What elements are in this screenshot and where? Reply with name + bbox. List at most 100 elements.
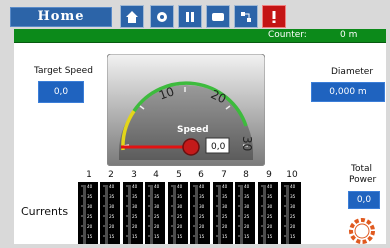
meter-scale-label: 15 bbox=[244, 234, 250, 239]
current-meter-4: 40353025201510 bbox=[145, 182, 165, 248]
channel-number-4: 4 bbox=[153, 170, 159, 180]
alarm-icon bbox=[272, 10, 276, 23]
network-nav-button[interactable] bbox=[234, 5, 258, 28]
channel-number-2: 2 bbox=[108, 170, 114, 180]
diameter-value: 0,000 m bbox=[311, 82, 385, 102]
meter-scale-label: 40 bbox=[177, 184, 183, 189]
meter-scale-label: 25 bbox=[244, 214, 250, 219]
current-meter-8: 40353025201510 bbox=[235, 182, 255, 248]
channel-number-6: 6 bbox=[198, 170, 204, 180]
meter-scale-label: 35 bbox=[87, 194, 93, 199]
top-toolbar: Home bbox=[0, 0, 390, 28]
meter-scale-label: 40 bbox=[109, 184, 115, 189]
current-meter-9: 40353025201510 bbox=[258, 182, 278, 248]
meter-scale-label: 30 bbox=[87, 204, 93, 209]
speed-gauge: 10 20 30 Speed 0,0 bbox=[106, 53, 266, 167]
total-power-label-line2: Power bbox=[349, 175, 377, 185]
display-icon bbox=[212, 12, 224, 21]
current-meter-7: 40353025201510 bbox=[213, 182, 233, 248]
meter-scale-label: 40 bbox=[132, 184, 138, 189]
meter-scale-label: 20 bbox=[177, 224, 183, 229]
total-power-value: 0,0 bbox=[348, 191, 380, 209]
meter-scale-label: 30 bbox=[199, 204, 205, 209]
gauge-label: Speed bbox=[177, 125, 209, 135]
meter-scale-label: 25 bbox=[87, 214, 93, 219]
meter-scale-label: 30 bbox=[132, 204, 138, 209]
channel-number-7: 7 bbox=[221, 170, 227, 180]
settings-nav-button[interactable] bbox=[150, 5, 174, 28]
meter-scale-label: 20 bbox=[87, 224, 93, 229]
meter-scale-label: 25 bbox=[109, 214, 115, 219]
meter-scale-label: 35 bbox=[244, 194, 250, 199]
meter-scale-label: 15 bbox=[222, 234, 228, 239]
meter-scale-label: 20 bbox=[267, 224, 273, 229]
meter-scale-label: 20 bbox=[109, 224, 115, 229]
meter-scale-label: 35 bbox=[109, 194, 115, 199]
diameter-label: Diameter bbox=[331, 67, 374, 77]
meter-scale-label: 30 bbox=[290, 204, 296, 209]
meter-scale-label: 35 bbox=[267, 194, 273, 199]
display-nav-button[interactable] bbox=[206, 5, 230, 28]
target-speed-value[interactable]: 0,0 bbox=[38, 81, 84, 103]
meter-scale-label: 15 bbox=[177, 234, 183, 239]
current-meter-3: 40353025201510 bbox=[123, 182, 143, 248]
meter-scale-label: 25 bbox=[199, 214, 205, 219]
grid-nav-button[interactable] bbox=[178, 5, 202, 28]
current-meter-1: 40353025201510 bbox=[78, 182, 98, 248]
current-meter-6: 40353025201510 bbox=[190, 182, 210, 248]
meter-scale-label: 25 bbox=[222, 214, 228, 219]
meter-scale-label: 25 bbox=[132, 214, 138, 219]
meter-scale-label: 15 bbox=[109, 234, 115, 239]
meter-scale-label: 20 bbox=[132, 224, 138, 229]
meter-scale-label: 30 bbox=[109, 204, 115, 209]
meter-scale-label: 30 bbox=[244, 204, 250, 209]
channel-number-9: 9 bbox=[266, 170, 272, 180]
channel-number-10: 10 bbox=[286, 170, 298, 180]
meter-scale-label: 40 bbox=[222, 184, 228, 189]
meter-scale-label: 15 bbox=[154, 234, 160, 239]
home-button[interactable]: Home bbox=[10, 7, 112, 27]
gauge-tick-30: 30 bbox=[240, 136, 254, 151]
meter-scale-label: 15 bbox=[132, 234, 138, 239]
meter-scale-label: 25 bbox=[177, 214, 183, 219]
status-bar bbox=[14, 29, 386, 43]
meter-scale-label: 40 bbox=[154, 184, 160, 189]
meter-scale-label: 35 bbox=[199, 194, 205, 199]
meter-scale-label: 15 bbox=[290, 234, 296, 239]
counter-label: Counter: bbox=[268, 30, 307, 40]
meter-scale-label: 20 bbox=[199, 224, 205, 229]
gauge-hub bbox=[182, 138, 200, 156]
meter-scale-label: 35 bbox=[154, 194, 160, 199]
gear-icon bbox=[157, 11, 167, 22]
meter-scale-label: 30 bbox=[154, 204, 160, 209]
currents-label: Currents bbox=[21, 205, 69, 218]
meter-scale-label: 30 bbox=[177, 204, 183, 209]
gear-logo-icon bbox=[349, 218, 375, 244]
channel-number-1: 1 bbox=[86, 170, 92, 180]
meter-scale-label: 35 bbox=[177, 194, 183, 199]
meter-scale-label: 15 bbox=[87, 234, 93, 239]
target-speed-label: Target Speed bbox=[34, 66, 93, 76]
meter-scale-label: 15 bbox=[199, 234, 205, 239]
meter-scale-label: 40 bbox=[290, 184, 296, 189]
total-power-label-line1: Total bbox=[351, 164, 373, 174]
gauge-value: 0,0 bbox=[211, 142, 226, 152]
meter-scale-label: 25 bbox=[290, 214, 296, 219]
home-icon bbox=[126, 10, 138, 23]
grid-icon bbox=[186, 11, 194, 22]
network-icon bbox=[241, 11, 251, 22]
meter-scale-label: 35 bbox=[132, 194, 138, 199]
channel-number-3: 3 bbox=[131, 170, 137, 180]
meter-scale-label: 30 bbox=[267, 204, 273, 209]
meter-scale-label: 20 bbox=[154, 224, 160, 229]
brand-logo bbox=[344, 213, 380, 244]
meter-scale-label: 25 bbox=[154, 214, 160, 219]
alarm-nav-button[interactable] bbox=[262, 5, 286, 28]
meter-scale-label: 25 bbox=[267, 214, 273, 219]
home-nav-button[interactable] bbox=[120, 5, 144, 28]
meter-scale-label: 35 bbox=[290, 194, 296, 199]
meter-scale-label: 15 bbox=[267, 234, 273, 239]
counter-value: 0 m bbox=[340, 30, 358, 40]
meter-scale-label: 30 bbox=[222, 204, 228, 209]
meter-scale-label: 40 bbox=[87, 184, 93, 189]
